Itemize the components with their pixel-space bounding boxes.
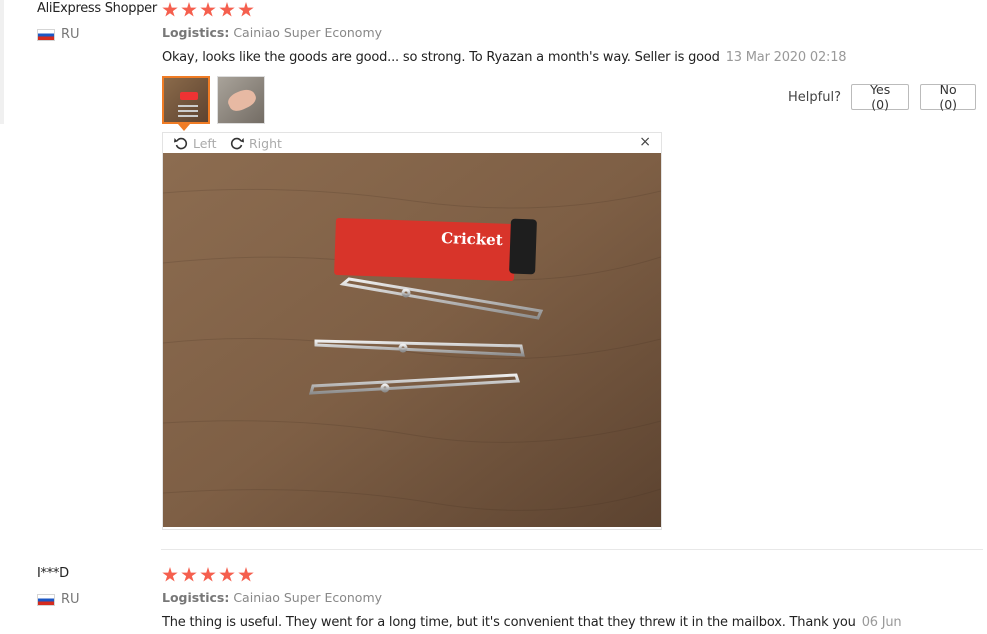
wooden-table [163, 153, 661, 527]
review-text-line: Okay, looks like the goods are good... s… [162, 50, 847, 65]
reviewer-name: I***D [37, 566, 69, 581]
photo-thumbnails [162, 76, 272, 124]
russia-flag-icon [37, 593, 55, 606]
photo-thumbnail-lighter[interactable] [162, 76, 210, 124]
helpful-no-button[interactable]: No (0) [920, 82, 976, 112]
star-icon [181, 567, 197, 582]
rotate-left-icon [174, 137, 188, 150]
logistics-info: Logistics: Cainiao Super Economy [162, 25, 382, 40]
review-photo: Cricket [163, 153, 661, 527]
rotate-left-label: Left [193, 135, 217, 151]
helpful-vote: Helpful? Yes (0) No (0) [788, 82, 987, 112]
photo-viewer: Left Right × Cricket [162, 132, 662, 530]
active-thumbnail-caret [178, 124, 190, 131]
photo-viewer-toolbar: Left Right × [163, 133, 661, 153]
close-icon[interactable]: × [639, 134, 651, 150]
logistics-value: Cainiao Super Economy [233, 25, 383, 40]
reviewer-country: RU [37, 27, 80, 42]
review-date: 13 Mar 2020 02:18 [725, 50, 847, 65]
review-text: Okay, looks like the goods are good... s… [162, 50, 720, 65]
star-rating [162, 567, 257, 583]
review-date: 06 Jun [861, 615, 902, 630]
reviewer-country: RU [37, 592, 80, 607]
logistics-label: Logistics: [162, 25, 230, 40]
russia-flag-icon [37, 28, 55, 41]
rotate-left-button[interactable]: Left [173, 135, 217, 151]
star-icon [219, 2, 235, 17]
page-edge [0, 0, 4, 124]
logistics-info: Logistics: Cainiao Super Economy [162, 590, 382, 605]
rotate-right-label: Right [249, 135, 282, 151]
star-icon [162, 2, 178, 17]
star-rating [162, 2, 257, 18]
lighter: Cricket [334, 217, 537, 282]
review-divider [161, 549, 983, 550]
star-icon [200, 567, 216, 582]
review-text: The thing is useful. They went for a lon… [162, 615, 856, 630]
pins-shape [178, 105, 198, 107]
star-icon [200, 2, 216, 17]
star-icon [238, 567, 254, 582]
lighter-shape [180, 92, 198, 100]
logistics-value: Cainiao Super Economy [233, 590, 383, 605]
rotate-right-icon [230, 137, 244, 150]
helpful-yes-button[interactable]: Yes (0) [850, 82, 910, 112]
star-icon [219, 567, 235, 582]
country-code: RU [61, 27, 80, 42]
hand-shape [225, 85, 259, 115]
helpful-label: Helpful? [788, 89, 841, 105]
star-icon [238, 2, 254, 17]
star-icon [181, 2, 197, 17]
logistics-label: Logistics: [162, 590, 230, 605]
review-text-line: The thing is useful. They went for a lon… [162, 615, 902, 630]
star-icon [162, 567, 178, 582]
rotate-right-button[interactable]: Right [229, 135, 282, 151]
country-code: RU [61, 592, 80, 607]
photo-thumbnail-hand[interactable] [217, 76, 265, 124]
lighter-brand-text: Cricket [441, 229, 503, 249]
review-photo-image: Cricket [163, 153, 661, 527]
reviewer-name: AliExpress Shopper [37, 1, 157, 16]
